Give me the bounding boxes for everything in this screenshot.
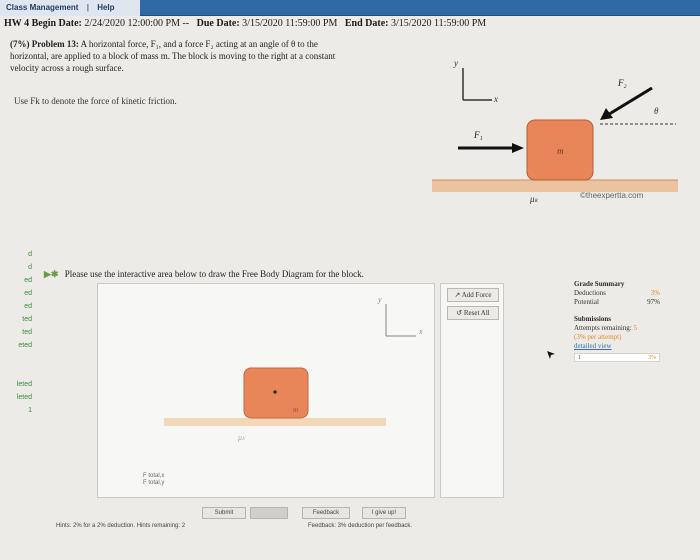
give-up-button[interactable]: I give up! [362,507,406,519]
attempts-label: Attempts remaining: [574,324,632,332]
expand-arrow-icon[interactable]: ▶✱ [44,269,58,279]
submissions-title: Submissions [574,315,611,323]
potential-label: Potential [574,298,599,306]
deductions-label: Deductions [574,289,606,297]
blank-button[interactable] [250,507,288,519]
sidebar-strip-item[interactable]: leted [0,391,36,404]
sidebar-strip-item[interactable]: ted [0,313,36,326]
fbd-axis-icon [385,304,416,337]
total-y-label: F total,y [143,480,165,486]
potential-row: Potential 97% [574,298,660,307]
submit-button[interactable]: Submit [202,507,246,519]
reset-icon: ↺ [456,309,463,317]
fbd-ground [164,418,386,426]
grade-summary: Grade Summary Deductions 3% Potential 97… [574,280,660,362]
begin-date-label: Begin Date: [31,18,82,29]
problem-hint: Use Fk to denote the force of kinetic fr… [14,96,177,106]
angle-label: θ [654,106,659,116]
grade-summary-title: Grade Summary [574,280,625,288]
mouse-cursor-icon [547,351,555,359]
sidebar-strip-item[interactable]: eted [0,339,36,352]
reset-all-button[interactable]: ↺ Reset All [447,306,499,320]
add-force-icon: ↗ [454,291,461,299]
axis-y-label: y [453,58,458,68]
assignment-header: HW 4 Begin Date: 2/24/2020 12:00:00 PM -… [4,18,564,29]
sidebar-strip-item[interactable]: ted [0,326,36,339]
add-force-label: Add Force [461,291,492,299]
force2-arrow-icon [600,86,653,120]
fbd-totals: F total,x F total,y [143,473,164,487]
sidebar-strip-item[interactable]: 1 [0,404,36,417]
force1-arrow-icon [458,143,524,153]
feedback-info: Feedback: 3% deduction per feedback. [308,523,413,529]
fbd-friction-label: μₖ [237,433,246,442]
potential-value: 97% [647,298,660,306]
sidebar-strip-item[interactable]: ed [0,300,36,313]
reset-all-label: Reset All [463,309,490,317]
end-date-value: 3/15/2020 11:59:00 PM [391,18,487,29]
fbd-instruction-row: ▶✱ Please use the interactive area below… [44,269,364,280]
feedback-button[interactable]: Feedback [302,507,350,519]
nav-separator: | [86,3,89,12]
detailed-view-link[interactable]: detailed view [574,342,660,351]
watermark: ©theexpertta.com [580,191,644,200]
submission-deduction: 3% [648,355,656,361]
fbd-axis-y-label: y [377,295,382,304]
screen: Class Management | Help HW 4 Begin Date:… [0,0,700,560]
sidebar-strip-item [0,352,36,365]
sidebar-strip-item[interactable]: ed [0,287,36,300]
fbd-instruction: Please use the interactive area below to… [64,269,364,279]
fbd-canvas-svg[interactable]: y x m μₖ [98,284,434,497]
problem-text-line2: horizontal, are applied to a block of ma… [10,51,336,61]
fbd-mass-label: m [293,406,298,414]
attempts-row: Attempts remaining: 5 [574,324,660,333]
submission-history-row: 1 3% [574,353,660,362]
block-mass-label: m [557,146,564,156]
begin-date-value: 2/24/2020 12:00:00 PM -- [84,18,192,29]
diagram-svg: y x m F₁ F₂ θ μₖ [432,58,678,204]
left-sidebar-strip: d d ed ed ed ted ted eted leted leted 1 [0,248,36,448]
sidebar-strip-item[interactable]: d [0,261,36,274]
fbd-tool-panel: ↗ Add Force ↺ Reset All [440,283,504,498]
hw-title: HW 4 [4,18,30,29]
top-nav-bar: Class Management | Help [0,0,700,16]
sidebar-strip-item [0,365,36,378]
bottom-action-bar: Submit Feedback I give up! Hints: 2% for… [52,505,504,535]
deductions-row: Deductions 3% [574,289,660,298]
fbd-axis-x-label: x [418,327,423,336]
due-date-value: 3/15/2020 11:59:00 PM [242,18,338,29]
sidebar-strip-item[interactable]: d [0,248,36,261]
hints-info: Hints: 2% for a 2% deduction. Hints rema… [56,523,186,529]
sidebar-strip-item[interactable]: leted [0,378,36,391]
problem-text-line1: A horizontal force, F₁, and a force F₂ a… [80,39,318,49]
add-force-button[interactable]: ↗ Add Force [447,288,499,302]
friction-coefficient-label: μₖ [529,194,539,204]
help-link[interactable]: Help [97,3,114,12]
deductions-value: 3% [650,289,660,297]
force1-label: F₁ [473,130,483,140]
problem-text-line3: velocity across a rough surface. [10,63,124,73]
due-date-label: Due Date: [196,18,240,29]
attempts-value: 5 [633,324,638,332]
top-nav-menu: Class Management | Help [0,0,140,16]
axis-icon [462,68,492,101]
total-x-label: F total,x [143,473,165,479]
per-attempt-note: (3% per attempt) [574,333,622,341]
fbd-block-center-point[interactable] [273,390,277,394]
force2-label: F₂ [617,78,627,88]
fbd-canvas[interactable]: y x m μₖ [97,283,435,498]
submission-index: 1 [578,355,581,361]
problem-statement: (7%) Problem 13: A horizontal force, F₁,… [10,38,430,74]
problem-diagram: y x m F₁ F₂ θ μₖ [430,50,680,210]
end-date-label: End Date: [344,18,389,29]
axis-x-label: x [493,94,498,104]
class-management-link[interactable]: Class Management [6,3,78,12]
sidebar-strip-item[interactable]: ed [0,274,36,287]
problem-label: (7%) Problem 13: [10,39,79,49]
